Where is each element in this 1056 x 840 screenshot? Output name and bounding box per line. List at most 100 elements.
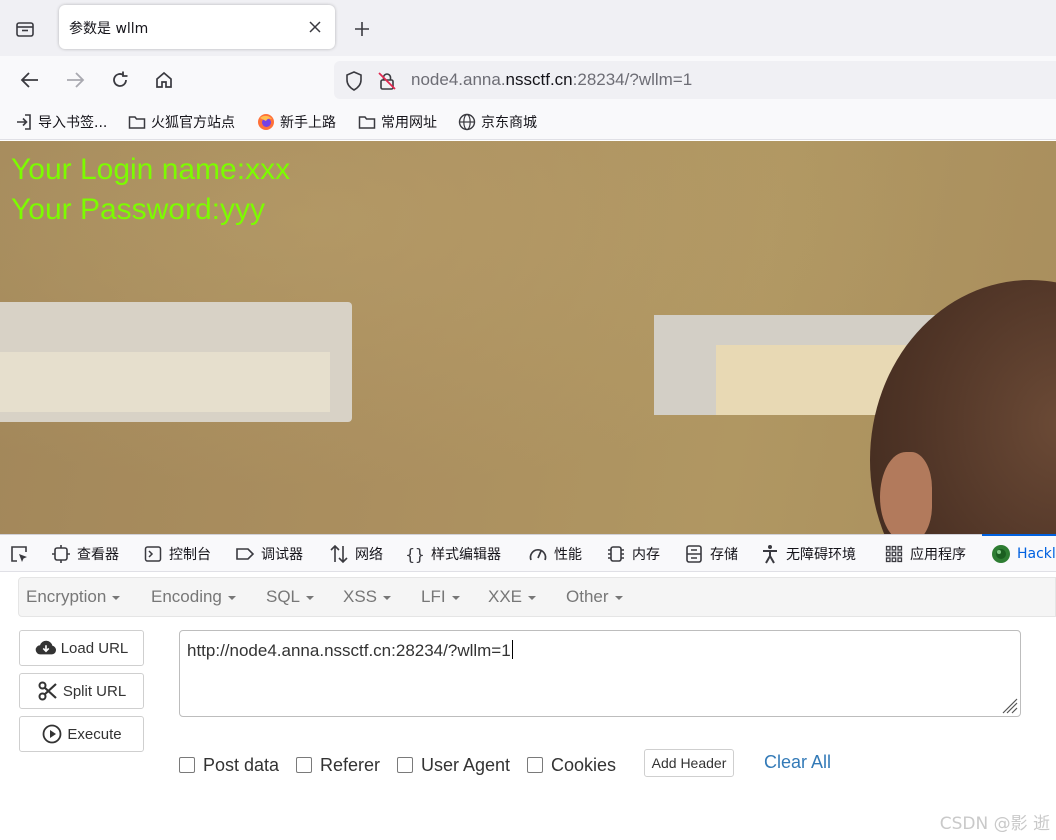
url-textarea[interactable]: http://node4.anna.nssctf.cn:28234/?wllm=… <box>179 630 1021 717</box>
tab-console[interactable]: 控制台 <box>143 544 211 564</box>
checkbox-box[interactable] <box>527 757 543 773</box>
split-url-button[interactable]: Split URL <box>19 673 144 709</box>
insecure-lock-icon[interactable] <box>377 71 397 91</box>
bookmark-common-sites[interactable]: 常用网址 <box>358 112 437 132</box>
caret-down-icon <box>112 595 121 600</box>
load-url-button[interactable]: Load URL <box>19 630 144 666</box>
network-icon <box>329 544 349 564</box>
tab-list-icon[interactable] <box>10 14 40 44</box>
bookmark-jd[interactable]: 京东商城 <box>458 112 537 132</box>
forward-arrow-icon[interactable] <box>61 66 89 94</box>
menu-label: LFI <box>421 587 446 606</box>
element-picker-icon[interactable] <box>9 544 29 564</box>
devtools-tab-label: 查看器 <box>77 547 119 563</box>
menu-encoding[interactable]: Encoding <box>151 587 236 607</box>
reload-icon[interactable] <box>106 66 134 94</box>
tab-strip: 参数是 wllm <box>0 0 1056 56</box>
bookmark-firefox-site[interactable]: 火狐官方站点 <box>128 112 235 132</box>
console-icon <box>143 544 163 564</box>
tab-storage[interactable]: 存储 <box>684 544 738 564</box>
checkbox-label: Referer <box>320 754 381 775</box>
hackbar-menu: Encryption Encoding SQL XSS LFI XXE Othe… <box>18 577 1056 617</box>
resize-handle-icon[interactable] <box>1002 698 1018 714</box>
tab-style-editor[interactable]: {} 样式编辑器 <box>405 544 501 564</box>
menu-lfi[interactable]: LFI <box>421 587 460 607</box>
menu-label: Encryption <box>26 587 107 606</box>
clear-all-link[interactable]: Clear All <box>764 752 831 773</box>
button-label: Split URL <box>62 682 127 700</box>
add-header-button[interactable]: Add Header <box>644 749 734 777</box>
checkbox-box[interactable] <box>397 757 413 773</box>
address-bar[interactable]: node4.anna.nssctf.cn:28234/?wllm=1 <box>334 61 1056 99</box>
application-icon <box>884 544 904 564</box>
checkbox-box[interactable] <box>179 757 195 773</box>
devtools-tab-label: 性能 <box>554 547 582 563</box>
close-icon[interactable] <box>305 17 325 37</box>
menu-xxe[interactable]: XXE <box>488 587 537 607</box>
menu-sql[interactable]: SQL <box>266 587 315 607</box>
button-label: Execute <box>67 725 122 743</box>
login-name-text: Your Login name:xxx <box>11 153 291 186</box>
execute-button[interactable]: Execute <box>19 716 144 752</box>
tab-debugger[interactable]: 调试器 <box>235 544 303 564</box>
user-agent-checkbox[interactable]: User Agent <box>397 755 510 775</box>
tab-memory[interactable]: 内存 <box>606 544 660 564</box>
tab-network[interactable]: 网络 <box>329 544 383 564</box>
debugger-icon <box>235 544 255 564</box>
checkbox-label: Cookies <box>551 754 617 775</box>
caret-down-icon <box>528 595 537 600</box>
menu-other[interactable]: Other <box>566 587 623 607</box>
devtools-tab-label: 应用程序 <box>910 547 966 563</box>
bookmark-getting-started[interactable]: 新手上路 <box>257 112 336 132</box>
devtools-tab-label: 内存 <box>632 547 660 563</box>
tab-accessibility[interactable]: 无障碍环境 <box>760 544 856 564</box>
firefox-icon <box>257 113 275 131</box>
bookmark-label: 火狐官方站点 <box>151 115 235 131</box>
bookmark-label: 导入书签... <box>38 115 108 131</box>
menu-xss[interactable]: XSS <box>343 587 392 607</box>
browser-tab[interactable]: 参数是 wllm <box>59 5 335 49</box>
navigation-bar: node4.anna.nssctf.cn:28234/?wllm=1 <box>0 56 1056 104</box>
tab-application[interactable]: 应用程序 <box>884 544 966 564</box>
tab-inspector[interactable]: 查看器 <box>51 544 119 564</box>
password-text: Your Password:yyy <box>11 193 266 226</box>
cloud-download-icon <box>35 638 57 658</box>
globe-icon <box>458 113 476 131</box>
checkbox-label: User Agent <box>421 754 511 775</box>
url-text[interactable]: node4.anna.nssctf.cn:28234/?wllm=1 <box>411 70 692 90</box>
watermark-text: CSDN @影 逝 <box>939 814 1050 834</box>
play-circle-icon <box>41 724 63 744</box>
url-suffix: :28234/?wllm=1 <box>572 70 693 89</box>
performance-icon <box>528 544 548 564</box>
checkbox-label: Post data <box>203 754 280 775</box>
menu-encryption[interactable]: Encryption <box>26 587 121 607</box>
referer-checkbox[interactable]: Referer <box>296 755 380 775</box>
inspector-icon <box>51 544 71 564</box>
bookmark-label: 新手上路 <box>280 115 336 131</box>
devtools-tab-label: 存储 <box>710 547 738 563</box>
home-icon[interactable] <box>150 66 178 94</box>
plus-icon[interactable] <box>350 17 374 41</box>
tab-performance[interactable]: 性能 <box>528 544 582 564</box>
tab-title: 参数是 wllm <box>69 21 149 37</box>
style-editor-icon: {} <box>405 544 425 564</box>
devtools-tab-label: 无障碍环境 <box>786 547 856 563</box>
background-door-panel <box>0 352 330 412</box>
post-data-checkbox[interactable]: Post data <box>179 755 279 775</box>
bookmark-import[interactable]: 导入书签... <box>15 112 107 132</box>
hackbar-panel: Encryption Encoding SQL XSS LFI XXE Othe… <box>0 572 1056 840</box>
devtools-tab-bar: 查看器 控制台 调试器 网络 {} 样式编辑器 性能 内存 存储 无障碍环境 应… <box>0 534 1056 572</box>
bookmarks-toolbar: 导入书签... 火狐官方站点 新手上路 常用网址 京东商城 <box>0 104 1056 140</box>
menu-label: XSS <box>343 587 378 606</box>
caret-down-icon <box>614 595 623 600</box>
text-cursor <box>511 640 513 659</box>
menu-label: XXE <box>488 587 523 606</box>
tab-hackbar[interactable]: Hackl <box>991 544 1056 564</box>
folder-icon <box>128 113 146 131</box>
back-arrow-icon[interactable] <box>16 66 44 94</box>
shield-icon[interactable] <box>344 71 364 91</box>
cookies-checkbox[interactable]: Cookies <box>527 755 616 775</box>
checkbox-box[interactable] <box>296 757 312 773</box>
caret-down-icon <box>383 595 392 600</box>
storage-icon <box>684 544 704 564</box>
